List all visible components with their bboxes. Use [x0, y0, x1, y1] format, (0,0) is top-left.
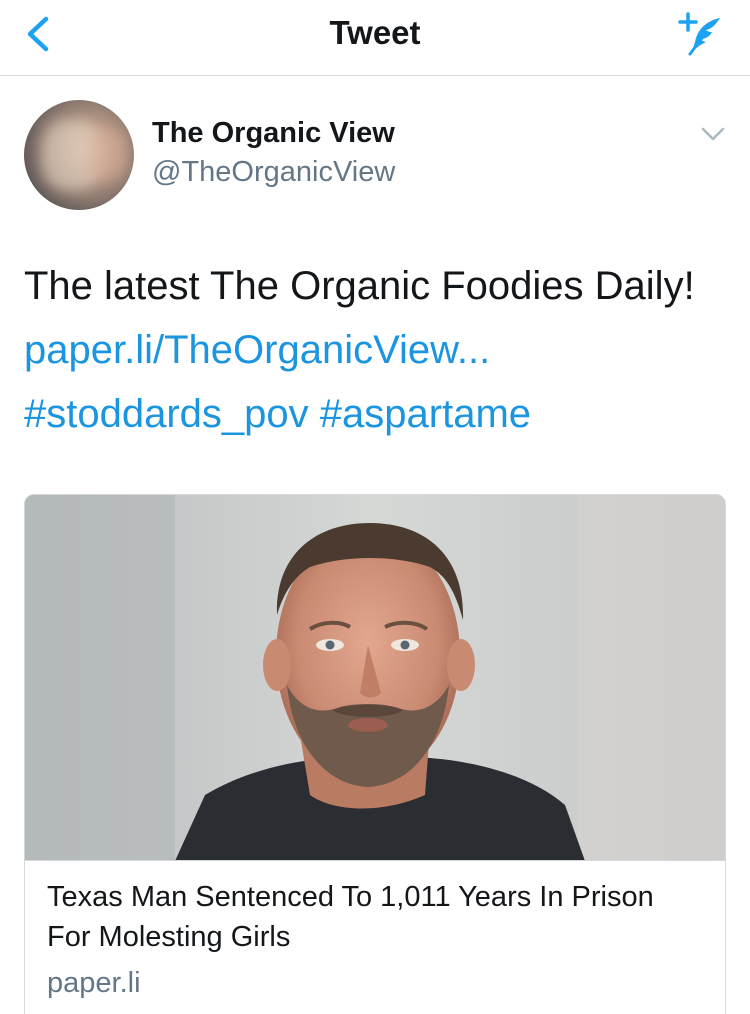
- navigation-bar: Tweet: [0, 0, 750, 76]
- card-text: Texas Man Sentenced To 1,011 Years In Pr…: [47, 877, 687, 1000]
- hashtag-link[interactable]: #stoddards_pov: [24, 392, 309, 436]
- avatar-blur: [86, 130, 126, 180]
- card-image: [25, 495, 725, 861]
- compose-tweet-icon: [678, 12, 720, 56]
- tweet-text: The latest The Organic Foodies Daily! pa…: [24, 254, 724, 446]
- author-handle[interactable]: @TheOrganicView: [152, 156, 395, 189]
- tweet-menu-button[interactable]: [700, 124, 726, 144]
- tweet-body-text: The latest The Organic Foodies Daily!: [24, 264, 695, 308]
- hashtag-link[interactable]: #aspartame: [320, 392, 531, 436]
- card-domain: paper.li: [47, 967, 141, 999]
- card-title: Texas Man Sentenced To 1,011 Years In Pr…: [47, 881, 654, 953]
- link-preview-card[interactable]: Texas Man Sentenced To 1,011 Years In Pr…: [24, 494, 726, 1014]
- mugshot-photo: [25, 495, 725, 860]
- tweet-link[interactable]: paper.li/TheOrganicView...: [24, 328, 490, 372]
- tweet-detail-screen: Tweet The Organic View @TheOrganicView T…: [0, 0, 750, 1014]
- compose-tweet-button[interactable]: [676, 8, 724, 58]
- author-name[interactable]: The Organic View: [152, 117, 395, 150]
- chevron-down-icon: [701, 127, 725, 141]
- page-title: Tweet: [329, 14, 421, 51]
- avatar[interactable]: [24, 100, 134, 210]
